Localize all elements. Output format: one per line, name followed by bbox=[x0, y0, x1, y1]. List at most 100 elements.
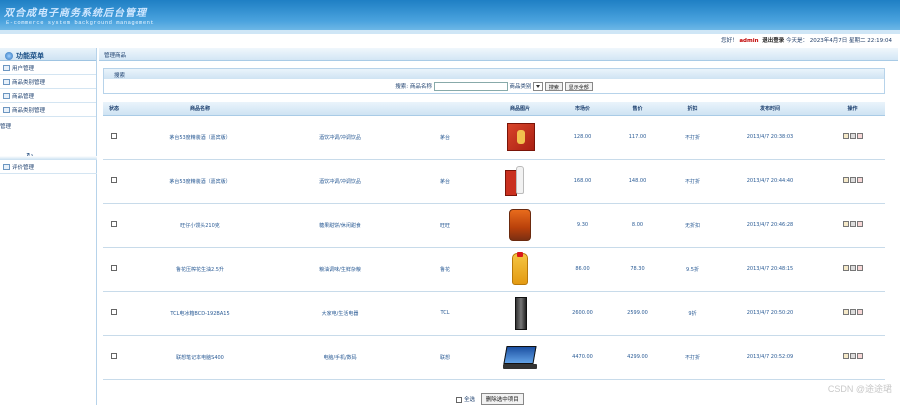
product-image-liquor-bottle bbox=[505, 164, 535, 198]
sale-price: 117.00 bbox=[610, 115, 665, 160]
row-checkbox[interactable] bbox=[111, 221, 117, 227]
sidebar-title: 功能菜单 bbox=[16, 50, 44, 60]
delete-icon[interactable] bbox=[856, 309, 863, 315]
product-name[interactable]: 旺仔小馒头210克 bbox=[125, 203, 275, 248]
publish-time: 2013/4/7 20:48:15 bbox=[720, 247, 820, 292]
edit-icon[interactable] bbox=[842, 309, 849, 315]
product-brand: 鲁花 bbox=[405, 247, 485, 292]
search-button[interactable]: 搜索 bbox=[544, 82, 563, 91]
search-name-label: 搜索: 商品名称 bbox=[395, 84, 432, 90]
greeting-text: 您好！ bbox=[721, 38, 738, 44]
sidebar-header: 功能菜单 bbox=[0, 48, 96, 61]
product-image-fridge bbox=[505, 296, 535, 330]
current-date: 2023年4月7日 星期二 22:19:04 bbox=[809, 38, 892, 44]
sidebar-item-products[interactable]: 商品管理 bbox=[0, 89, 96, 103]
sale-price: 8.00 bbox=[610, 203, 665, 248]
product-category: 大家电/生活电器 bbox=[275, 291, 405, 336]
product-category: 酒饮冲调/冲调饮品 bbox=[275, 159, 405, 204]
detail-icon[interactable] bbox=[849, 177, 856, 183]
sale-price: 2599.00 bbox=[610, 291, 665, 336]
product-name[interactable]: 茅台53度精装酒（嘉宾版） bbox=[125, 159, 275, 204]
app-subtitle: E-commerce system background management bbox=[6, 19, 155, 26]
product-brand: TCL bbox=[405, 291, 485, 336]
col-header-status: 状态 bbox=[103, 102, 125, 116]
sidebar-item-label: 商品类别管理 bbox=[12, 79, 46, 86]
product-category: 粮油调味/生鲜杂粮 bbox=[275, 247, 405, 292]
discount: 无折扣 bbox=[665, 203, 720, 248]
row-checkbox[interactable] bbox=[111, 309, 117, 315]
category-label: 商品类别 bbox=[509, 84, 532, 90]
col-header-discount: 折扣 bbox=[665, 102, 720, 116]
row-checkbox[interactable] bbox=[111, 265, 117, 271]
delete-icon[interactable] bbox=[856, 133, 863, 139]
delete-selected-button[interactable]: 删除选中项目 bbox=[480, 393, 524, 405]
product-brand: 茅台 bbox=[405, 159, 485, 204]
folder-icon bbox=[3, 64, 10, 71]
logout-link[interactable]: 退出登录 bbox=[762, 38, 784, 44]
col-header-image: 商品图片 bbox=[485, 102, 555, 116]
market-price: 9.30 bbox=[555, 203, 610, 248]
discount: 不打折 bbox=[665, 335, 720, 380]
edit-icon[interactable] bbox=[842, 177, 849, 183]
sidebar-item-users[interactable]: 用户管理 bbox=[0, 61, 96, 75]
select-all-label: 全选 bbox=[463, 397, 475, 403]
sidebar-item-label: 商品管理 bbox=[12, 93, 35, 100]
table-row: TCL电冰箱BCD-192BA15 大家电/生活电器 TCL 2600.00 2… bbox=[103, 291, 885, 336]
search-row: 搜索: 商品名称 商品类别 搜索 显示全部 bbox=[104, 82, 884, 91]
publish-time: 2013/4/7 20:50:20 bbox=[720, 291, 820, 336]
username: admin bbox=[739, 38, 759, 44]
search-input[interactable] bbox=[433, 82, 508, 91]
publish-time: 2013/4/7 20:52:09 bbox=[720, 335, 820, 380]
delete-icon[interactable] bbox=[856, 265, 863, 271]
product-name[interactable]: TCL电冰箱BCD-192BA15 bbox=[125, 291, 275, 336]
market-price: 86.00 bbox=[555, 247, 610, 292]
table-row: 联想笔记本电脑S400 电脑/手机/数码 联想 4470.00 4299.00 … bbox=[103, 335, 885, 380]
select-all-checkbox[interactable] bbox=[456, 396, 463, 403]
delete-icon[interactable] bbox=[856, 221, 863, 227]
detail-icon[interactable] bbox=[849, 353, 856, 359]
sidebar-item-label: 商品类别管理 bbox=[12, 107, 46, 114]
edit-icon[interactable] bbox=[842, 133, 849, 139]
detail-icon[interactable] bbox=[849, 221, 856, 227]
edit-icon[interactable] bbox=[842, 265, 849, 271]
product-category: 糖果甜饼/休闲甜食 bbox=[275, 203, 405, 248]
product-table: 状态 商品名称 商品图片 市场价 售价 折扣 发布时间 操作 茅台53度精装酒（… bbox=[103, 102, 885, 380]
watermark: CSDN @途途珺 bbox=[827, 384, 892, 394]
row-checkbox[interactable] bbox=[111, 353, 117, 359]
delete-icon[interactable] bbox=[856, 177, 863, 183]
header-stripe bbox=[0, 30, 900, 34]
detail-icon[interactable] bbox=[849, 309, 856, 315]
product-image-liquor-box bbox=[505, 120, 535, 154]
col-header-price: 售价 bbox=[610, 102, 665, 116]
edit-icon[interactable] bbox=[842, 353, 849, 359]
sidebar-item-category[interactable]: 商品类别管理 bbox=[0, 75, 96, 89]
col-header-time: 发布时间 bbox=[720, 102, 820, 116]
col-header-actions: 操作 bbox=[820, 102, 885, 116]
row-checkbox[interactable] bbox=[111, 133, 117, 139]
table-row: 茅台53度精装酒（嘉宾版） 酒饮冲调/冲调饮品 茅台 168.00 148.00… bbox=[103, 159, 885, 204]
detail-icon[interactable] bbox=[849, 265, 856, 271]
sale-price: 78.30 bbox=[610, 247, 665, 292]
sidebar-item-reviews[interactable]: 评价管理 bbox=[0, 160, 97, 174]
market-price: 4470.00 bbox=[555, 335, 610, 380]
publish-time: 2013/4/7 20:46:28 bbox=[720, 203, 820, 248]
category-select[interactable] bbox=[533, 82, 544, 91]
show-all-button[interactable]: 显示全部 bbox=[564, 82, 593, 91]
col-header-brand bbox=[405, 102, 485, 116]
product-name[interactable]: 茅台53度精装酒（嘉宾版） bbox=[125, 115, 275, 160]
product-brand: 茅台 bbox=[405, 115, 485, 160]
menu-icon bbox=[5, 51, 13, 60]
product-category: 电脑/手机/数码 bbox=[275, 335, 405, 380]
product-name[interactable]: 联想笔记本电脑S400 bbox=[125, 335, 275, 380]
detail-icon[interactable] bbox=[849, 133, 856, 139]
folder-icon bbox=[3, 92, 10, 99]
product-name[interactable]: 鲁花压榨花生油2.5升 bbox=[125, 247, 275, 292]
sale-price: 4299.00 bbox=[610, 335, 665, 380]
sidebar-item-category-2[interactable]: 商品类别管理 bbox=[0, 103, 96, 117]
edit-icon[interactable] bbox=[842, 221, 849, 227]
delete-icon[interactable] bbox=[856, 353, 863, 359]
col-header-market-price: 市场价 bbox=[555, 102, 610, 116]
market-price: 168.00 bbox=[555, 159, 610, 204]
row-checkbox[interactable] bbox=[111, 177, 117, 183]
discount: 9折 bbox=[665, 291, 720, 336]
